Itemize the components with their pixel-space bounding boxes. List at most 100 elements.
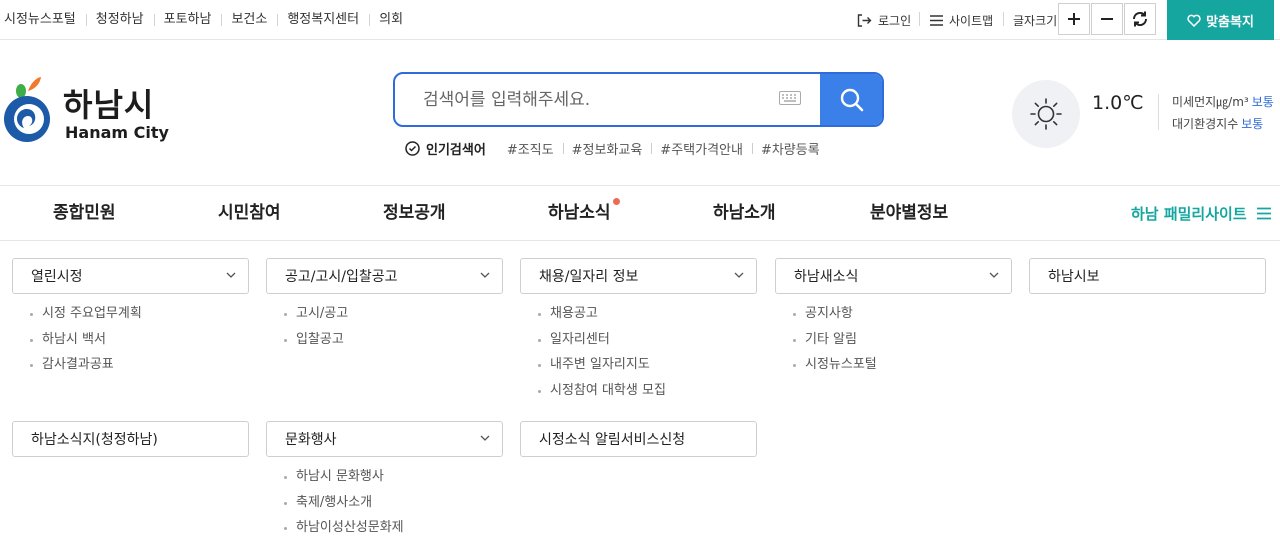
chevron-down-icon bbox=[480, 272, 490, 278]
menu-title: 하남시보 bbox=[1048, 269, 1100, 285]
family-site-button[interactable]: 하남 패밀리사이트 bbox=[1131, 186, 1271, 240]
list-item[interactable]: 시정뉴스포털 bbox=[793, 355, 877, 381]
top-link-health-center[interactable]: 보건소 bbox=[221, 0, 277, 40]
list-item[interactable]: 고시/공고 bbox=[284, 304, 348, 330]
nav-field-info[interactable]: 분야별정보 bbox=[870, 186, 948, 240]
menu-title: 하남소식지(청정하남) bbox=[31, 432, 158, 448]
submenu-hanam-news: 공지사항 기타 알림 시정뉴스포털 bbox=[793, 304, 877, 381]
list-item[interactable]: 하남시 백서 bbox=[30, 330, 142, 356]
divider bbox=[919, 12, 920, 26]
air-index-row: 대기환경지수 보통 bbox=[1172, 115, 1263, 132]
menu-jobs[interactable]: 채용/일자리 정보 bbox=[520, 258, 757, 294]
list-item[interactable]: 입찰공고 bbox=[284, 330, 348, 356]
menu-hanam-gazette[interactable]: 하남시보 bbox=[1029, 258, 1266, 294]
check-circle-icon bbox=[405, 140, 420, 156]
menu-hanam-newsletter[interactable]: 하남소식지(청정하남) bbox=[12, 421, 249, 457]
top-link-welfare-center[interactable]: 행정복지센터 bbox=[277, 0, 369, 40]
menu-title: 공고/고시/입찰공고 bbox=[285, 269, 398, 285]
menu-title: 문화행사 bbox=[285, 432, 337, 448]
submenu-jobs: 채용공고 일자리센터 내주변 일자리지도 시정참여 대학생 모집 bbox=[538, 304, 666, 406]
menu-lines-icon bbox=[930, 14, 943, 26]
air-index-label: 대기환경지수 bbox=[1172, 117, 1239, 131]
list-item[interactable]: 축제/행사소개 bbox=[284, 493, 404, 519]
menu-title: 시정소식 알림서비스신청 bbox=[539, 432, 686, 448]
chevron-down-icon bbox=[989, 272, 999, 278]
popular-keywords: 인기검색어 #조직도 #정보화교육 #주택가격안내 #차량등록 bbox=[405, 138, 829, 158]
sun-icon bbox=[1030, 98, 1062, 130]
menu-lines-icon bbox=[1256, 207, 1271, 219]
font-reset-button[interactable] bbox=[1124, 3, 1156, 35]
submenu-cultural-events: 하남시 문화행사 축제/행사소개 하남이성산성문화제 bbox=[284, 467, 404, 544]
fine-dust-label: 미세먼지㎍/m³ bbox=[1172, 95, 1249, 109]
login-label: 로그인 bbox=[878, 13, 912, 28]
chevron-down-icon bbox=[734, 272, 744, 278]
keyword-link[interactable]: #조직도 bbox=[498, 139, 563, 158]
minus-icon bbox=[1101, 18, 1113, 20]
menu-notices-bids[interactable]: 공고/고시/입찰공고 bbox=[266, 258, 503, 294]
list-item[interactable]: 일자리센터 bbox=[538, 330, 666, 356]
menu-hanam-news[interactable]: 하남새소식 bbox=[775, 258, 1012, 294]
list-item[interactable]: 내주변 일자리지도 bbox=[538, 355, 666, 381]
list-item[interactable]: 채용공고 bbox=[538, 304, 666, 330]
menu-title: 열린시정 bbox=[31, 269, 83, 285]
hanam-city-logo[interactable]: 하남시 Hanam City bbox=[3, 76, 178, 146]
nav-information-disclosure[interactable]: 정보공개 bbox=[383, 186, 446, 240]
font-increase-button[interactable] bbox=[1058, 3, 1090, 35]
sitemap-label: 사이트맵 bbox=[949, 13, 994, 28]
login-link[interactable]: 로그인 bbox=[857, 0, 911, 40]
top-link-photo-hanam[interactable]: 포토하남 bbox=[153, 0, 222, 40]
top-link-clean-hanam[interactable]: 청정하남 bbox=[85, 0, 154, 40]
plus-icon bbox=[1068, 13, 1080, 25]
temperature: 1.0℃ bbox=[1092, 92, 1144, 114]
divider bbox=[1003, 12, 1004, 26]
top-link-council[interactable]: 의회 bbox=[369, 0, 413, 40]
list-item[interactable]: 하남시 문화행사 bbox=[284, 467, 404, 493]
custom-welfare-button[interactable]: 맞춤복지 bbox=[1167, 0, 1274, 40]
login-icon bbox=[857, 13, 872, 27]
menu-open-administration[interactable]: 열린시정 bbox=[12, 258, 249, 294]
search-input[interactable] bbox=[395, 74, 820, 125]
logo-english-text: Hanam City bbox=[65, 123, 169, 142]
heart-icon bbox=[1187, 14, 1201, 27]
top-utility-bar: 시정뉴스포털 청정하남 포토하남 보건소 행정복지센터 의회 로그인 사이트맵 … bbox=[0, 0, 1280, 40]
nav-hanam-news[interactable]: 하남소식 bbox=[548, 186, 611, 240]
search-button[interactable] bbox=[820, 74, 882, 125]
keyword-link[interactable]: #주택가격안내 bbox=[651, 139, 752, 158]
popular-title: 인기검색어 bbox=[426, 142, 486, 158]
keyboard-icon[interactable] bbox=[779, 91, 801, 105]
menu-title: 채용/일자리 정보 bbox=[539, 269, 639, 285]
weather-widget bbox=[1012, 80, 1080, 148]
submenu-notices-bids: 고시/공고 입찰공고 bbox=[284, 304, 348, 355]
family-site-label: 하남 패밀리사이트 bbox=[1131, 204, 1247, 223]
nav-citizen-participation[interactable]: 시민참여 bbox=[218, 186, 281, 240]
divider bbox=[1158, 94, 1159, 130]
nav-about-hanam[interactable]: 하남소개 bbox=[713, 186, 776, 240]
submenu-open-administration: 시정 주요업무계획 하남시 백서 감사결과공표 bbox=[30, 304, 142, 381]
sitemap-link[interactable]: 사이트맵 bbox=[930, 0, 993, 40]
list-item[interactable]: 시정 주요업무계획 bbox=[30, 304, 142, 330]
list-item[interactable]: 공지사항 bbox=[793, 304, 877, 330]
chevron-down-icon bbox=[480, 435, 490, 441]
keyword-link[interactable]: #차량등록 bbox=[751, 139, 829, 158]
fine-dust-row: 미세먼지㎍/m³ 보통 bbox=[1172, 93, 1274, 110]
list-item[interactable]: 시정참여 대학생 모집 bbox=[538, 381, 666, 407]
font-size-label: 글자크기 bbox=[1013, 13, 1058, 28]
font-decrease-button[interactable] bbox=[1091, 3, 1123, 35]
custom-welfare-label: 맞춤복지 bbox=[1206, 14, 1254, 30]
top-link-news-portal[interactable]: 시정뉴스포털 bbox=[4, 0, 86, 40]
nav-civil-service[interactable]: 종합민원 bbox=[53, 186, 116, 240]
list-item[interactable]: 기타 알림 bbox=[793, 330, 877, 356]
search-icon bbox=[840, 88, 864, 111]
menu-news-alert-subscription[interactable]: 시정소식 알림서비스신청 bbox=[520, 421, 757, 457]
keyword-link[interactable]: #정보화교육 bbox=[562, 139, 652, 158]
fine-dust-level: 보통 bbox=[1251, 95, 1274, 109]
menu-cultural-events[interactable]: 문화행사 bbox=[266, 421, 503, 457]
chevron-down-icon bbox=[226, 272, 236, 278]
list-item[interactable]: 하남이성산성문화제 bbox=[284, 518, 404, 544]
logo-korean-text: 하남시 bbox=[63, 86, 155, 124]
top-links: 시정뉴스포털 청정하남 포토하남 보건소 행정복지센터 의회 bbox=[4, 0, 413, 40]
hanam-emblem-icon bbox=[4, 77, 50, 142]
menu-title: 하남새소식 bbox=[794, 269, 859, 285]
list-item[interactable]: 감사결과공표 bbox=[30, 355, 142, 381]
search-box bbox=[393, 72, 884, 127]
